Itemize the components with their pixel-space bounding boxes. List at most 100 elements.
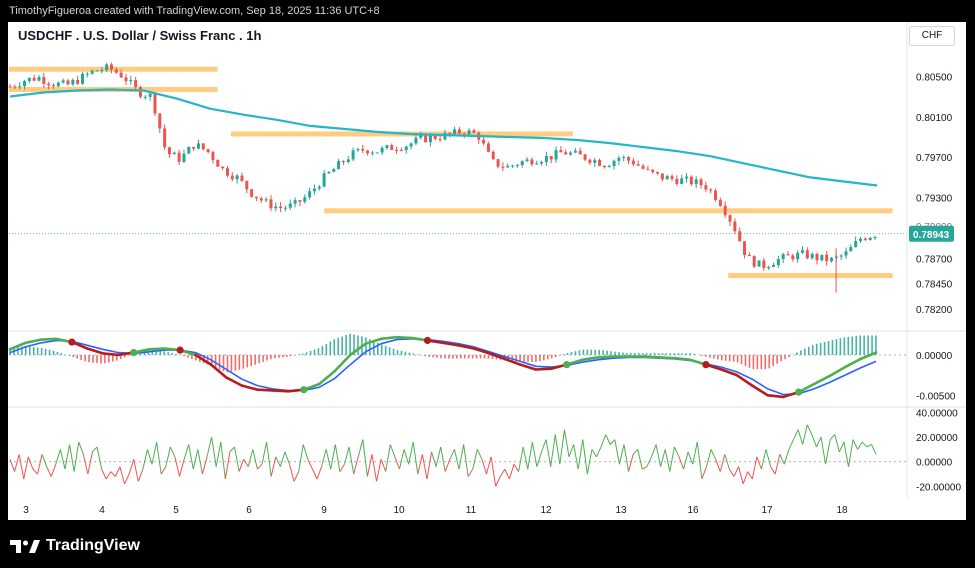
oscillator-segment <box>476 449 483 460</box>
candle-body <box>269 199 273 209</box>
candle-body <box>18 86 22 88</box>
oscillator-segment <box>444 459 451 472</box>
candle-body <box>549 156 553 160</box>
oscillator-segment <box>508 464 515 480</box>
oscillator-segment <box>596 446 602 458</box>
candle-body <box>801 250 805 253</box>
oscillator-segment <box>339 463 345 472</box>
candle-body <box>762 260 766 268</box>
macd-line-segment <box>333 353 352 373</box>
oscillator-segment <box>412 441 419 475</box>
oscillator-segment <box>692 441 698 465</box>
candle-body <box>849 247 853 252</box>
candle-body <box>322 173 326 187</box>
oscillator-segment <box>279 451 286 467</box>
oscillator-segment <box>573 444 579 470</box>
oscillator-segment <box>577 439 584 470</box>
candle-body <box>738 231 742 242</box>
macd-tick-label: 0.00000 <box>916 351 953 362</box>
oscillator-segment <box>160 466 167 475</box>
oscillator-segment <box>344 446 350 465</box>
symbol-title: USDCHF . U.S. Dollar / Swiss Franc . 1h <box>18 28 262 43</box>
currency-button[interactable]: CHF <box>909 26 955 46</box>
candle-body <box>71 79 75 85</box>
oscillator-segment <box>311 468 318 480</box>
candle-body <box>361 148 365 151</box>
oscillator-tick-label: 0.00000 <box>916 458 953 469</box>
time-tick-label: 4 <box>99 505 105 516</box>
candle-body <box>42 77 46 84</box>
macd-line-segment <box>673 356 692 362</box>
candle-body <box>636 164 640 166</box>
oscillator-segment <box>554 434 561 465</box>
oscillator-segment <box>334 444 341 472</box>
oscillator-segment <box>774 454 781 475</box>
oscillator-segment <box>266 441 272 477</box>
oscillator-segment <box>32 468 38 475</box>
candle-body <box>491 151 495 160</box>
oscillator-segment <box>541 439 547 453</box>
oscillator-segment <box>600 434 607 448</box>
oscillator-segment <box>504 468 510 480</box>
candle-body <box>578 150 582 155</box>
tradingview-logo-icon <box>10 540 40 553</box>
candle-body <box>279 206 283 208</box>
oscillator-segment <box>215 441 222 467</box>
macd-line-segment <box>766 394 785 399</box>
tradingview-logo[interactable]: TradingView <box>10 536 140 556</box>
oscillator-segment <box>169 446 176 458</box>
candle-body <box>699 179 703 186</box>
oscillator-segment <box>793 429 799 440</box>
candle-body <box>187 146 191 154</box>
candle-body <box>27 77 31 82</box>
candle-body <box>158 113 162 129</box>
candle-body <box>167 147 171 155</box>
oscillator-segment <box>660 449 666 467</box>
oscillator-segment <box>518 446 524 472</box>
oscillator-segment <box>261 441 268 465</box>
candle-body <box>385 145 389 148</box>
oscillator-segment <box>811 434 817 448</box>
oscillator-segment <box>92 446 98 453</box>
macd-line-segment <box>395 335 414 340</box>
oscillator-segment <box>348 446 355 475</box>
candle-body <box>564 152 568 155</box>
support-resistance-zone <box>324 208 893 214</box>
oscillator-segment <box>719 454 726 472</box>
candle-body <box>670 176 674 179</box>
candle-body <box>390 145 394 150</box>
oscillator-segment <box>220 441 226 480</box>
macd-cross-dot <box>795 388 803 396</box>
candle-body <box>428 135 432 143</box>
candle-body <box>250 189 254 197</box>
oscillator-segment <box>206 436 213 457</box>
oscillator-segment <box>568 444 575 457</box>
oscillator-segment <box>834 434 840 453</box>
price-tick-label: 0.78700 <box>916 254 953 265</box>
oscillator-segment <box>421 454 428 480</box>
candle-body <box>598 160 602 166</box>
candle-body <box>709 189 713 191</box>
oscillator-segment <box>73 441 80 472</box>
candle-body <box>496 159 500 167</box>
candle-body <box>332 169 336 172</box>
candle-body <box>457 129 461 134</box>
candle-body <box>815 253 819 261</box>
oscillator-segment <box>623 444 630 472</box>
candle-body <box>143 96 147 98</box>
oscillator-segment <box>371 454 378 482</box>
macd-line-segment <box>843 357 862 369</box>
oscillator-segment <box>609 439 616 445</box>
oscillator-segment <box>27 456 34 470</box>
oscillator-segment <box>838 441 845 453</box>
macd-cross-dot <box>300 386 308 394</box>
candle-body <box>559 150 563 153</box>
price-tick-label: 0.78200 <box>916 305 953 316</box>
oscillator-segment <box>124 473 130 485</box>
chart-svg[interactable]: 0.80500 0.80100 0.79700 0.79300 0.78700 0.784… <box>0 0 975 568</box>
macd-line-segment <box>271 389 290 393</box>
candle-body <box>863 238 867 241</box>
candle-body <box>675 178 679 184</box>
time-tick-label: 3 <box>23 505 29 516</box>
oscillator-segment <box>293 471 300 482</box>
